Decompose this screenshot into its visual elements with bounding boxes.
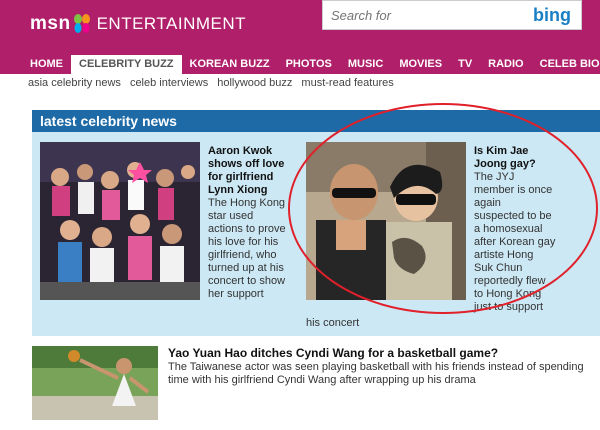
story1-text-line: star used bbox=[208, 210, 254, 222]
site-header: msn ENTERTAINMENT bing bbox=[0, 0, 600, 55]
bottom-story-title[interactable]: Yao Yuan Hao ditches Cyndi Wang for a ba… bbox=[168, 346, 498, 360]
story1-title-line: for girlfriend bbox=[208, 171, 274, 183]
main-nav: HOME CELEBRITY BUZZ KOREAN BUZZ PHOTOS M… bbox=[0, 55, 600, 74]
panel-title: latest celebrity news bbox=[40, 113, 177, 129]
highlight-ellipse bbox=[288, 103, 598, 314]
search-input[interactable] bbox=[323, 1, 503, 29]
msn-logo[interactable]: msn ENTERTAINMENT bbox=[30, 8, 246, 40]
bing-search-button[interactable]: bing bbox=[533, 5, 571, 26]
story1-text-line: The Hong Kong bbox=[208, 197, 286, 209]
subnav-hollywood-buzz[interactable]: hollywood buzz bbox=[217, 77, 292, 89]
basketball-player-image bbox=[32, 346, 158, 420]
story1-text-line: concert to show bbox=[208, 275, 286, 287]
bottom-story-photo[interactable] bbox=[32, 346, 158, 420]
bottom-story-summary: The Taiwanese actor was seen playing bas… bbox=[168, 361, 584, 386]
story1-text-line: turned up at his bbox=[208, 262, 284, 274]
sub-nav: asia celebrity news celeb interviews hol… bbox=[28, 77, 394, 89]
nav-music[interactable]: MUSIC bbox=[340, 55, 391, 74]
story1-text-line: girlfriend, who bbox=[208, 249, 277, 261]
bing-label: bing bbox=[533, 5, 571, 25]
concert-crowd-image bbox=[40, 142, 200, 300]
story1-title-line: Aaron Kwok bbox=[208, 145, 273, 157]
story1-title[interactable]: Aaron Kwok shows off love for girlfriend… bbox=[208, 145, 298, 197]
subnav-must-read-features[interactable]: must-read features bbox=[301, 77, 393, 89]
story1-text-line: actions to prove bbox=[208, 223, 286, 235]
butterfly-icon bbox=[73, 14, 90, 33]
subnav-celeb-interviews[interactable]: celeb interviews bbox=[130, 77, 208, 89]
logo-msn-text: msn bbox=[30, 13, 71, 34]
nav-korean-buzz[interactable]: KOREAN BUZZ bbox=[182, 55, 278, 74]
story1-title-line: Lynn Xiong bbox=[208, 184, 268, 196]
section-title: ENTERTAINMENT bbox=[96, 14, 247, 33]
story2-summary-tail: his concert bbox=[306, 317, 360, 329]
story1-photo[interactable] bbox=[40, 142, 200, 300]
search-box: bing bbox=[322, 0, 582, 30]
story1-text-line: her support bbox=[208, 288, 264, 300]
nav-celebrity-buzz[interactable]: CELEBRITY BUZZ bbox=[71, 55, 182, 74]
nav-home[interactable]: HOME bbox=[22, 55, 71, 74]
story1-title-line: shows off love bbox=[208, 158, 285, 170]
nav-tv[interactable]: TV bbox=[450, 55, 480, 74]
subnav-asia-celebrity-news[interactable]: asia celebrity news bbox=[28, 77, 121, 89]
story1-summary: The Hong Kong star used actions to prove… bbox=[208, 197, 300, 301]
nav-radio[interactable]: RADIO bbox=[480, 55, 531, 74]
story1-text-line: his love for his bbox=[208, 236, 279, 248]
nav-celeb-bios[interactable]: CELEB BIOS bbox=[532, 55, 600, 74]
nav-photos[interactable]: PHOTOS bbox=[278, 55, 340, 74]
nav-movies[interactable]: MOVIES bbox=[391, 55, 450, 74]
